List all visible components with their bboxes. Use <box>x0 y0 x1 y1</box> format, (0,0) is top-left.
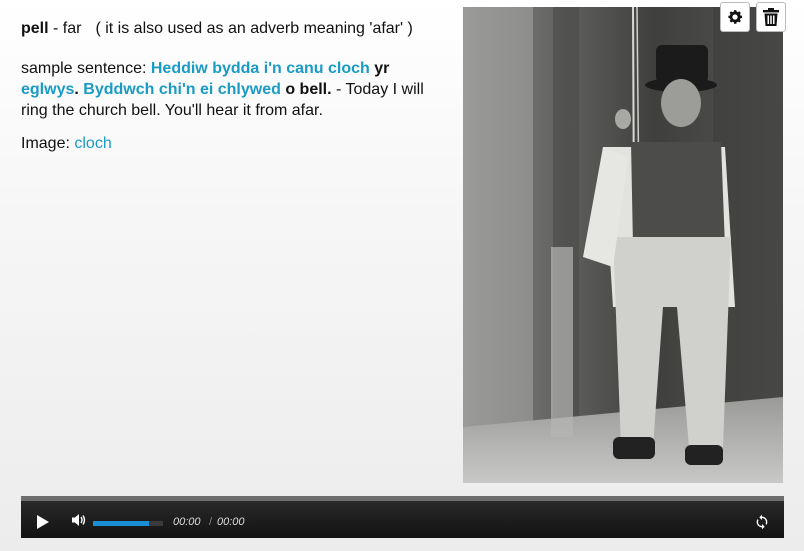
headword: pell <box>21 20 49 37</box>
loop-icon[interactable] <box>754 514 770 530</box>
sample-bold-1: yr <box>369 60 390 77</box>
sample-link-1[interactable]: Heddiw bydda i'n canu cloch <box>151 60 370 77</box>
current-time: 00:00 <box>173 516 201 528</box>
trash-icon <box>763 8 779 26</box>
image-line: Image: cloch <box>21 133 441 154</box>
sample-sentence: sample sentence: Heddiw bydda i'n canu c… <box>21 58 441 121</box>
sample-bold-3: o bell. <box>280 81 332 98</box>
volume-level <box>93 521 149 526</box>
volume-icon[interactable] <box>71 513 87 527</box>
audio-player: 00:00 / 00:00 <box>21 496 784 538</box>
sample-link-2[interactable]: eglwys <box>21 81 74 98</box>
image-link[interactable]: cloch <box>74 135 111 152</box>
bell-ringer-photo <box>463 7 783 483</box>
duration: 00:00 <box>217 516 245 528</box>
sample-label: sample sentence: <box>21 60 151 77</box>
delete-button[interactable] <box>756 2 786 32</box>
settings-button[interactable] <box>720 2 750 32</box>
entry-line: pell - far ( it is also used as an adverb… <box>21 18 441 39</box>
flashcard-text: pell - far ( it is also used as an adverb… <box>21 18 441 154</box>
sample-link-3[interactable]: Byddwch chi'n ei chlywed <box>79 81 281 98</box>
time-separator: / <box>209 516 213 528</box>
usage-note: ( it is also used as an adverb meaning '… <box>95 20 413 37</box>
image-label: Image: <box>21 135 75 152</box>
gear-icon <box>728 10 743 24</box>
volume-slider[interactable] <box>93 521 163 526</box>
meaning: - far <box>48 20 82 37</box>
play-icon[interactable] <box>37 515 49 529</box>
